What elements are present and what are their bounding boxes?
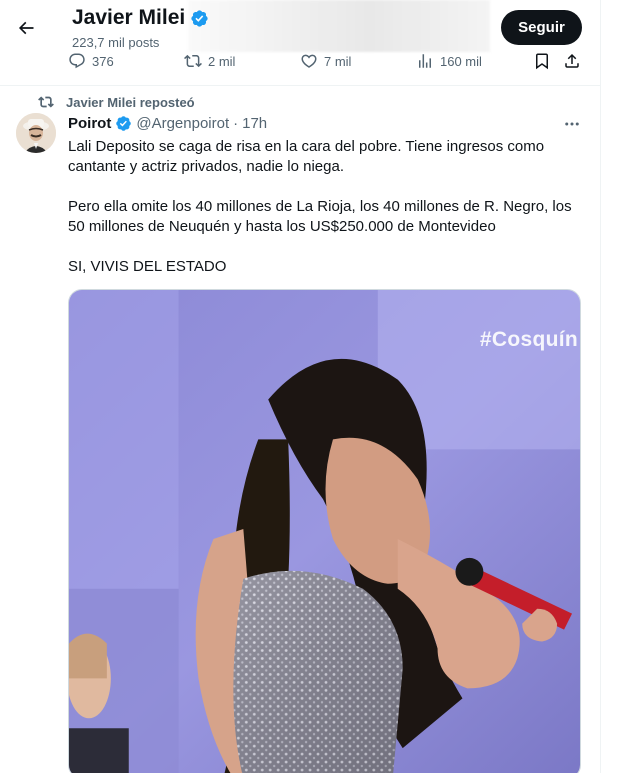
like-icon <box>301 54 317 68</box>
author-name[interactable]: Poirot <box>68 115 111 132</box>
like-count: 7 mil <box>324 53 352 69</box>
tweet-paragraph: Pero ella omite los 40 millones de La Ri… <box>68 198 572 235</box>
media-watermark: #Cosquín <box>479 328 578 351</box>
author-row: Poirot @Argenpoirot · 17h <box>68 115 267 132</box>
separator-dot: · <box>233 115 239 132</box>
repost-icon <box>38 96 54 108</box>
media-image <box>69 290 580 773</box>
repost-context-label: Javier Milei reposteó <box>66 94 195 110</box>
views-button[interactable]: 160 mil <box>416 52 482 70</box>
repost-button[interactable]: 2 mil <box>184 52 235 70</box>
like-button[interactable]: 7 mil <box>300 52 351 70</box>
follow-button[interactable]: Seguir <box>501 10 582 45</box>
verified-badge-icon <box>116 116 132 131</box>
header-banner-blur <box>188 0 490 52</box>
verified-badge-icon <box>191 9 208 27</box>
share-button[interactable] <box>563 52 581 70</box>
post-time[interactable]: 17h <box>242 115 267 132</box>
more-icon <box>565 122 579 126</box>
author-handle[interactable]: @Argenpoirot <box>136 115 229 132</box>
views-icon <box>419 54 431 68</box>
repost-count: 2 mil <box>208 53 236 69</box>
repost-context: Javier Milei reposteó <box>38 94 195 110</box>
profile-name: Javier Milei <box>72 6 209 30</box>
reply-count: 376 <box>92 53 114 69</box>
action-bar: 376 2 mil 7 mil 160 mil <box>0 52 600 76</box>
repost-icon <box>184 54 202 68</box>
back-arrow-icon <box>18 21 34 35</box>
profile-name-text: Javier Milei <box>72 6 186 29</box>
post-count: 223,7 mil posts <box>72 35 160 50</box>
bookmark-icon <box>536 53 548 70</box>
author-avatar-image <box>16 113 56 153</box>
reply-button[interactable]: 376 <box>68 52 114 70</box>
back-button[interactable] <box>10 12 42 44</box>
share-icon <box>565 53 579 68</box>
more-button[interactable] <box>561 114 583 134</box>
profile-header: Javier Milei 223,7 mil posts Seguir 376 … <box>0 0 600 86</box>
reply-icon <box>69 53 85 69</box>
avatar[interactable] <box>16 113 56 153</box>
scrollbar-gutter[interactable] <box>600 0 622 773</box>
bookmark-button[interactable] <box>533 52 551 70</box>
tweet-paragraph: SI, VIVIS DEL ESTADO <box>68 258 227 275</box>
tweet-text: Lali Deposito se caga de risa en la cara… <box>68 137 584 277</box>
tweet-media[interactable]: #Cosquín <box>68 289 581 773</box>
views-count: 160 mil <box>440 53 482 69</box>
tweet-paragraph: Lali Deposito se caga de risa en la cara… <box>68 138 545 175</box>
